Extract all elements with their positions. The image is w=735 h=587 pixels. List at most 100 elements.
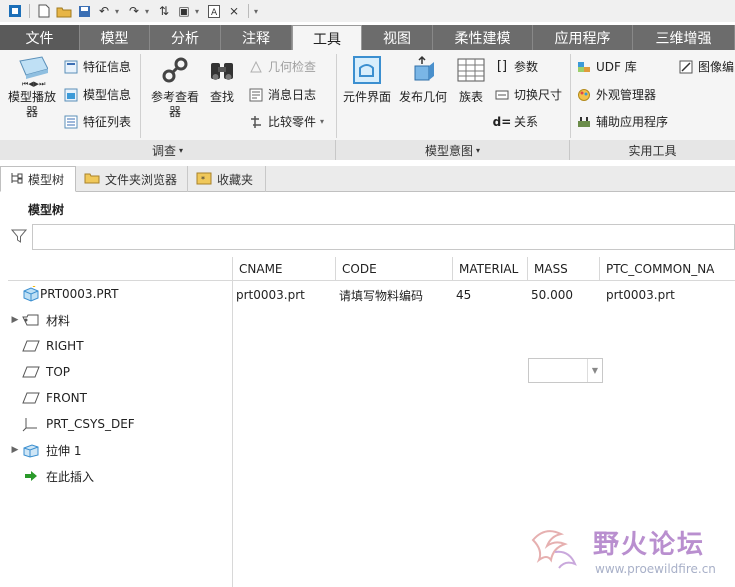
datum-plane-icon bbox=[22, 390, 40, 406]
auxiliary-apps-label: 辅助应用程序 bbox=[596, 115, 669, 129]
geometry-check-button[interactable]: 几何检查 bbox=[248, 58, 316, 75]
tree-item-material[interactable]: ▶ 材料 bbox=[8, 307, 70, 333]
tree-item-label: RIGHT bbox=[46, 339, 84, 353]
relations-label: 关系 bbox=[514, 115, 539, 129]
chevron-down-icon[interactable]: ▼ bbox=[587, 359, 602, 382]
redo-icon[interactable]: ↷ bbox=[125, 2, 143, 20]
navigator-tabs: 模型树 文件夹浏览器 * 收藏夹 bbox=[0, 166, 735, 192]
reference-viewer-button[interactable]: 参考查看 器 bbox=[148, 54, 202, 120]
expand-arrow-icon[interactable]: ▶ bbox=[8, 445, 22, 455]
new-file-icon[interactable] bbox=[35, 2, 53, 20]
cell-mass: 50.000 bbox=[531, 288, 573, 302]
component-interface-button[interactable]: 元件界面 bbox=[340, 54, 394, 105]
tree-item-top-plane[interactable]: TOP bbox=[8, 359, 70, 385]
udf-library-button[interactable]: UDF 库 bbox=[576, 58, 637, 75]
group-investigate[interactable]: 调查 ▾ bbox=[0, 140, 336, 160]
family-table-button[interactable]: 族表 bbox=[452, 54, 490, 105]
group-utilities[interactable]: 实用工具 bbox=[570, 140, 735, 160]
feature-list-icon bbox=[63, 114, 79, 130]
tree-item-insert-here[interactable]: 在此插入 bbox=[8, 463, 94, 489]
save-icon[interactable] bbox=[75, 2, 93, 20]
tree-item-part[interactable]: PRT0003.PRT bbox=[8, 281, 118, 307]
redo-dropdown-icon[interactable]: ▾ bbox=[145, 7, 153, 16]
tab-applications[interactable]: 应用程序 bbox=[533, 25, 633, 50]
group-investigate-expand-icon: ▾ bbox=[179, 145, 184, 155]
find-button[interactable]: 查找 bbox=[204, 54, 240, 105]
filter-input[interactable] bbox=[32, 224, 735, 250]
column-header-code[interactable]: CODE bbox=[336, 257, 453, 281]
undo-dropdown-icon[interactable]: ▾ bbox=[115, 7, 123, 16]
tab-model-tree[interactable]: 模型树 bbox=[0, 166, 76, 192]
customize-toolbar-icon[interactable]: ▾ bbox=[254, 7, 262, 16]
parameters-button[interactable]: [] 参数 bbox=[494, 58, 538, 75]
extrude-icon bbox=[22, 442, 40, 458]
parameters-icon: [] bbox=[496, 59, 508, 74]
relations-button[interactable]: d= 关系 bbox=[492, 113, 539, 130]
appearance-manager-button[interactable]: 外观管理器 bbox=[576, 86, 656, 103]
reference-viewer-icon bbox=[159, 54, 191, 86]
tab-3d-enhance[interactable]: 三维增强 bbox=[633, 25, 735, 50]
tab-model[interactable]: 模型 bbox=[80, 25, 150, 50]
tab-flexible-modeling[interactable]: 柔性建模 bbox=[433, 25, 533, 50]
image-editor-button[interactable]: 图像编 bbox=[678, 58, 734, 75]
tab-model-tree-label: 模型树 bbox=[28, 172, 65, 187]
tab-analysis[interactable]: 分析 bbox=[150, 25, 221, 50]
tree-column-header[interactable] bbox=[8, 257, 233, 281]
tab-annotate[interactable]: 注释 bbox=[221, 25, 292, 50]
open-folder-icon[interactable] bbox=[55, 2, 73, 20]
model-player-icon: ⏮◀▶⏭ bbox=[16, 54, 48, 87]
tree-item-label: 材料 bbox=[46, 313, 71, 328]
csys-icon bbox=[22, 416, 40, 432]
expand-arrow-icon[interactable]: ▶ bbox=[8, 315, 22, 325]
cell-code: 请填写物料编码 bbox=[339, 288, 424, 303]
compare-part-button[interactable]: 比较零件 ▾ bbox=[248, 113, 324, 130]
tree-item-label: FRONT bbox=[46, 391, 87, 405]
publish-geometry-button[interactable]: 发布几何 bbox=[396, 54, 450, 105]
app-logo-icon[interactable] bbox=[6, 2, 24, 20]
feature-info-button[interactable]: 特征信息 bbox=[63, 58, 131, 75]
cell-edit-dropdown[interactable]: ▼ bbox=[528, 358, 603, 383]
undo-icon[interactable]: ↶ bbox=[95, 2, 113, 20]
group-model-intent[interactable]: 模型意图 ▾ bbox=[336, 140, 570, 160]
tree-item-csys[interactable]: PRT_CSYS_DEF bbox=[8, 411, 135, 437]
model-player-button[interactable]: ⏮◀▶⏭ 模型播放 器 bbox=[5, 54, 59, 120]
tab-folder-browser[interactable]: 文件夹浏览器 bbox=[76, 166, 188, 192]
tree-item-front-plane[interactable]: FRONT bbox=[8, 385, 87, 411]
folder-browser-icon bbox=[84, 171, 100, 188]
publish-geometry-icon bbox=[407, 54, 439, 86]
ribbon: ⏮◀▶⏭ 模型播放 器 特征信息 模型信息 特征列表 参考查看 器 查找 几何检… bbox=[0, 50, 735, 160]
message-log-icon bbox=[248, 87, 264, 103]
tab-file[interactable]: 文件 bbox=[0, 25, 80, 50]
feature-list-button[interactable]: 特征列表 bbox=[63, 113, 131, 130]
column-header-ptc-common-name[interactable]: PTC_COMMON_NA bbox=[600, 257, 735, 281]
quick-access-toolbar: ↶ ▾ ↷ ▾ ⇅ ▣ ▾ A ⨯ ▾ bbox=[0, 0, 735, 22]
tree-item-extrude[interactable]: ▶ 拉伸 1 bbox=[8, 437, 81, 463]
regenerate-icon[interactable]: ⇅ bbox=[155, 2, 173, 20]
filter-icon[interactable] bbox=[10, 228, 28, 247]
windows-dropdown-icon[interactable]: ▾ bbox=[195, 7, 203, 16]
group-model-intent-label: 模型意图 bbox=[424, 143, 473, 158]
part-icon bbox=[22, 286, 40, 302]
image-editor-label: 图像编 bbox=[698, 60, 735, 74]
tab-favorites[interactable]: * 收藏夹 bbox=[188, 166, 266, 192]
auxiliary-apps-button[interactable]: 辅助应用程序 bbox=[576, 113, 668, 130]
tab-view[interactable]: 视图 bbox=[362, 25, 433, 50]
column-header-material[interactable]: MATERIAL bbox=[453, 257, 528, 281]
tree-item-label: 在此插入 bbox=[46, 469, 95, 484]
windows-icon[interactable]: ▣ bbox=[175, 2, 193, 20]
annotation-icon[interactable]: A bbox=[205, 2, 223, 20]
tab-tools[interactable]: 工具 bbox=[292, 25, 362, 51]
insert-here-icon bbox=[22, 468, 40, 484]
message-log-button[interactable]: 消息日志 bbox=[248, 86, 316, 103]
model-info-button[interactable]: 模型信息 bbox=[63, 86, 131, 103]
close-window-icon[interactable]: ⨯ bbox=[225, 2, 243, 20]
column-header-mass[interactable]: MASS bbox=[528, 257, 600, 281]
tree-item-right-plane[interactable]: RIGHT bbox=[8, 333, 84, 359]
geometry-check-icon bbox=[248, 59, 264, 75]
relations-icon: d= bbox=[492, 114, 512, 129]
watermark-text: 野火论坛 bbox=[593, 530, 706, 560]
column-header-cname[interactable]: CNAME bbox=[233, 257, 336, 281]
svg-text:A: A bbox=[211, 8, 218, 18]
compare-part-dropdown-icon[interactable]: ▾ bbox=[320, 117, 324, 126]
switch-dimensions-button[interactable]: 切换尺寸 bbox=[494, 86, 562, 103]
